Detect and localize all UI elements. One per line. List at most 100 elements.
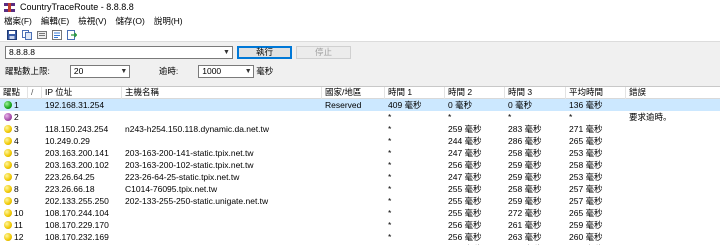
export-icon[interactable]	[66, 29, 78, 40]
cell-time2: 256 毫秒	[448, 160, 482, 170]
hop-number: 1	[14, 100, 19, 110]
timeout-select[interactable]: 1000 ▼	[198, 64, 255, 78]
table-row[interactable]: 9 202.133.255.250 202-133-255-250-static.u…	[0, 195, 720, 207]
menu-help[interactable]: 說明(H)	[154, 15, 183, 27]
max-hops-select[interactable]: 20 ▼	[69, 64, 130, 78]
cell-country	[322, 231, 385, 243]
table-row[interactable]: 4 10.249.0.29 * 244 毫秒 286 毫秒 265 毫秒	[0, 135, 720, 147]
table-row[interactable]: 7 223.26.64.25 223-26-64-25-static.tpix.ne…	[0, 171, 720, 183]
cell-hop: 3	[0, 123, 40, 135]
chevron-down-icon[interactable]: ▼	[221, 47, 232, 58]
table-row[interactable]: 2 * * * * 要求逾時。	[0, 111, 720, 123]
timeout-unit: 毫秒	[256, 66, 274, 76]
status-dot-icon	[4, 197, 12, 205]
col-error[interactable]: 錯誤	[626, 87, 720, 99]
table-row[interactable]: 1 192.168.31.254 Reserved 409 毫秒 0 毫秒 0 毫秒 136…	[0, 99, 720, 111]
table-row[interactable]: 12 108.170.232.169 * 256 毫秒 263 毫秒 260 毫秒	[0, 231, 720, 243]
col-avg[interactable]: 平均時間	[566, 87, 626, 99]
status-dot-icon	[4, 137, 12, 145]
max-hops-value: 20	[73, 65, 84, 76]
table-row[interactable]: 5 203.163.200.141 203-163-200-141-static.t…	[0, 147, 720, 159]
cell-error	[626, 219, 720, 231]
cell-error	[626, 195, 720, 207]
status-dot-icon	[4, 185, 12, 193]
status-dot-icon	[4, 173, 12, 181]
cell-avg: 259 毫秒	[569, 220, 603, 230]
table-row[interactable]: 10 108.170.244.104 * 255 毫秒 272 毫秒 265 毫秒	[0, 207, 720, 219]
cell-time2: 244 毫秒	[448, 136, 482, 146]
target-address-combobox[interactable]: 8.8.8.8 ▼	[5, 45, 233, 59]
chevron-down-icon[interactable]: ▼	[119, 66, 129, 77]
copy-icon[interactable]	[21, 29, 33, 40]
cell-host: n243-h254.150.118.dynamic.da.net.tw	[125, 124, 269, 134]
status-dot-icon	[4, 161, 12, 169]
cell-country	[322, 219, 385, 231]
cell-host: 202-133-255-250-static.unigate.net.tw	[125, 196, 269, 206]
menu-edit[interactable]: 編輯(E)	[41, 15, 69, 27]
copy-all-icon[interactable]	[36, 29, 48, 40]
cell-avg: 265 毫秒	[569, 136, 603, 146]
table-row[interactable]: 6 203.163.200.102 203-163-200-102-static.t…	[0, 159, 720, 171]
cell-ip: 223.26.66.18	[45, 184, 95, 194]
table-row[interactable]: 11 108.170.229.170 * 256 毫秒 261 毫秒 259 毫秒	[0, 219, 720, 231]
properties-icon[interactable]	[51, 29, 63, 40]
cell-error	[626, 99, 720, 111]
chevron-down-icon[interactable]: ▼	[243, 66, 253, 77]
cell-ip: 202.133.255.250	[45, 196, 109, 206]
cell-hop: 4	[0, 135, 40, 147]
cell-time1: *	[388, 232, 392, 242]
cell-host: 223-26-64-25-static.tpix.net.tw	[125, 172, 240, 182]
cell-time3: 261 毫秒	[508, 220, 542, 230]
cell-host	[122, 99, 322, 111]
cell-country	[322, 147, 385, 159]
menu-bar: 檔案(F) 編輯(E) 檢視(V) 儲存(O) 說明(H)	[0, 14, 720, 28]
cell-time2: 247 毫秒	[448, 148, 482, 158]
menu-file[interactable]: 檔案(F)	[4, 15, 32, 27]
stop-button[interactable]: 停止	[296, 45, 351, 59]
status-dot-icon	[4, 101, 12, 109]
cell-ip: 108.170.244.104	[45, 208, 109, 218]
col-time2[interactable]: 時間 2	[445, 87, 505, 99]
cell-time1: 409 毫秒	[388, 100, 422, 110]
cell-avg: 265 毫秒	[569, 208, 603, 218]
cell-host	[122, 207, 322, 219]
cell-hop: 12	[0, 231, 40, 243]
cell-time3: 272 毫秒	[508, 208, 542, 218]
target-row: 8.8.8.8 ▼ 執行 停止	[5, 45, 351, 59]
cell-avg: 260 毫秒	[569, 232, 603, 242]
cell-time2: 255 毫秒	[448, 208, 482, 218]
hop-number: 6	[14, 160, 19, 170]
col-time1[interactable]: 時間 1	[385, 87, 445, 99]
col-time3[interactable]: 時間 3	[505, 87, 566, 99]
run-button[interactable]: 執行	[237, 45, 292, 59]
cell-ip: 223.26.64.25	[45, 172, 95, 182]
table-row[interactable]: 3 118.150.243.254 n243-h254.150.118.dynami…	[0, 123, 720, 135]
timeout-value: 1000	[202, 65, 222, 76]
cell-host	[122, 135, 322, 147]
cell-hop: 11	[0, 219, 40, 231]
menu-view[interactable]: 檢視(V)	[78, 15, 106, 27]
menu-save[interactable]: 儲存(O)	[116, 15, 145, 27]
hop-number: 3	[14, 124, 19, 134]
col-host[interactable]: 主機名稱	[122, 87, 322, 99]
col-sort-indicator[interactable]: /	[28, 87, 42, 99]
cell-error	[626, 231, 720, 243]
cell-time2: 247 毫秒	[448, 172, 482, 182]
cell-time1: *	[388, 148, 392, 158]
hop-number: 4	[14, 136, 19, 146]
cell-time2: 255 毫秒	[448, 184, 482, 194]
col-hop[interactable]: 躍點	[0, 87, 28, 99]
cell-error	[626, 135, 720, 147]
col-country[interactable]: 國家/地區	[322, 87, 385, 99]
table-row[interactable]: 8 223.26.66.18 C1014-76095.tpix.net.tw * 255…	[0, 183, 720, 195]
cell-error	[626, 159, 720, 171]
cell-country	[322, 111, 385, 123]
cell-time1: *	[388, 136, 392, 146]
status-dot-icon	[4, 221, 12, 229]
col-ip[interactable]: IP 位址	[42, 87, 122, 99]
cell-time1: *	[388, 124, 392, 134]
cell-country	[322, 135, 385, 147]
cell-hop: 9	[0, 195, 40, 207]
save-icon[interactable]	[6, 29, 18, 40]
app-icon	[4, 2, 15, 12]
